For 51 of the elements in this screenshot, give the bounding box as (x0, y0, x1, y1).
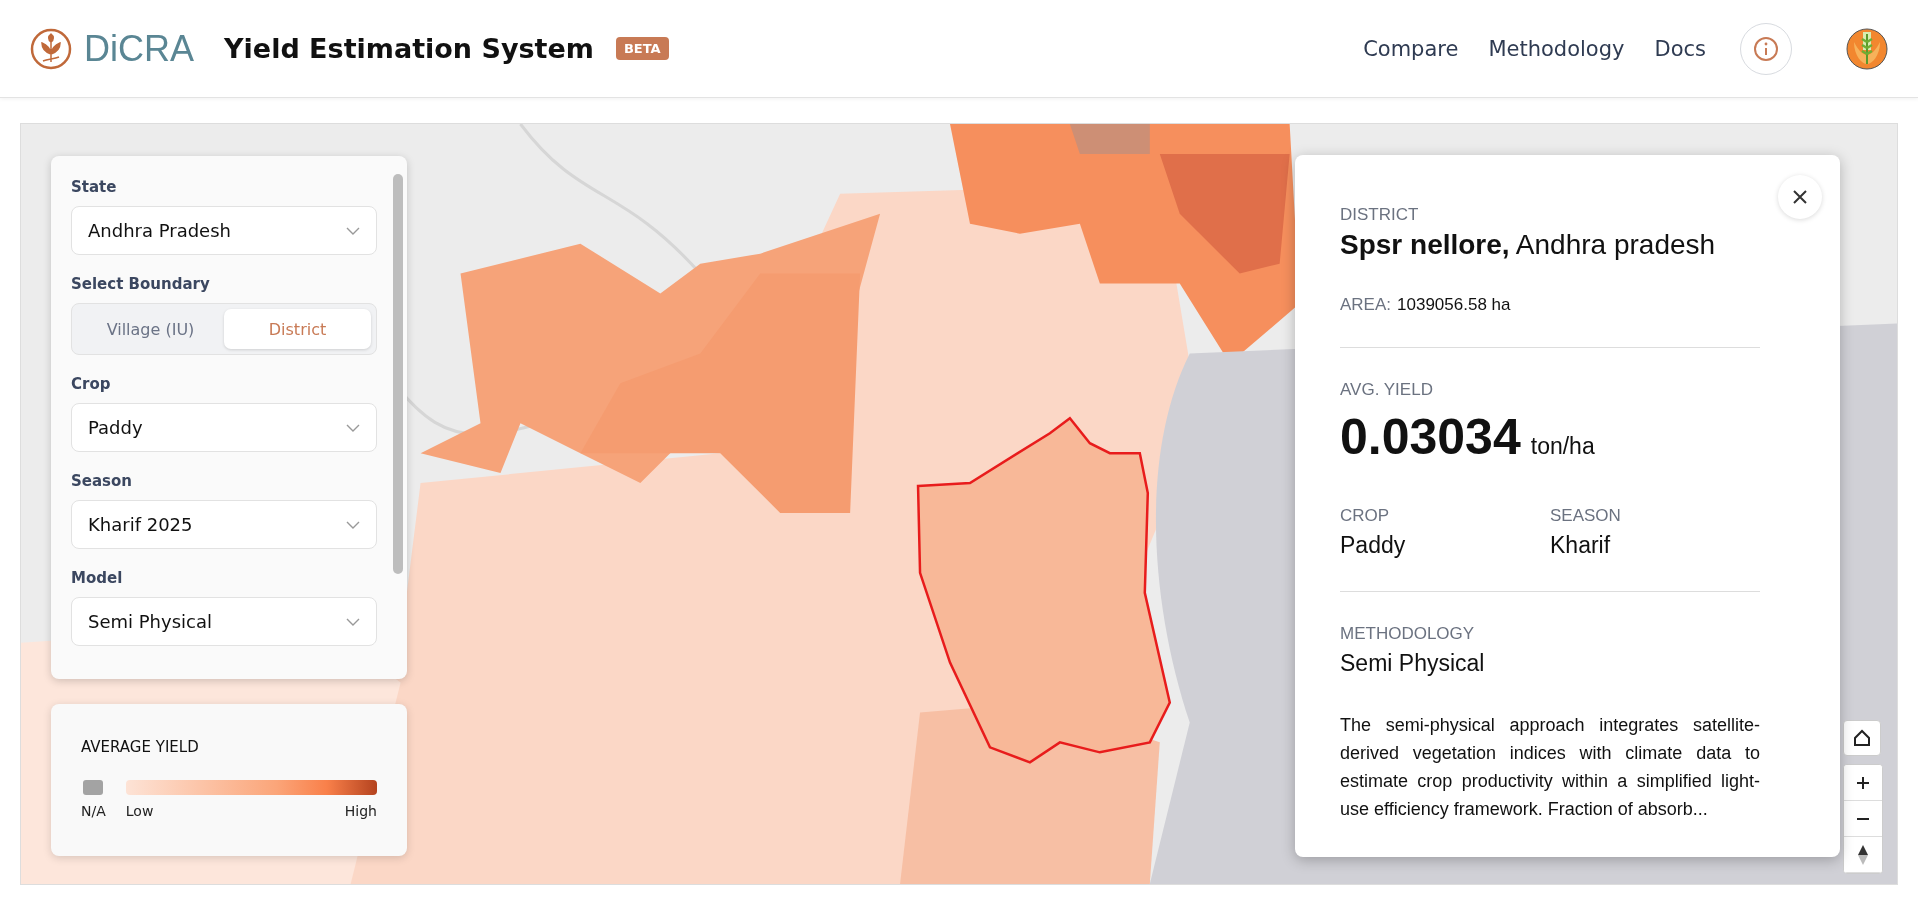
chevron-down-icon (346, 617, 360, 626)
caption: CROP (1340, 506, 1391, 526)
zoom-in-button[interactable] (1844, 765, 1882, 801)
logo-text: DiCRA (84, 27, 194, 70)
nav-link[interactable]: Methodology (1488, 36, 1625, 61)
chevron-down-icon (346, 520, 360, 529)
dropdown[interactable]: Paddy (71, 403, 377, 452)
home-button[interactable] (1843, 720, 1881, 756)
minus-icon (1856, 817, 1870, 820)
area-value: 1039056.58 ha (1397, 295, 1511, 315)
app-title: Yield Estimation System (224, 33, 594, 64)
compass-icon (1857, 843, 1869, 866)
legend-label: N/A (81, 803, 106, 819)
yield-value: 0.03034 (1340, 408, 1521, 466)
district-name: Spsr nellore, Andhra pradesh (1340, 229, 1717, 261)
home-icon (1853, 729, 1871, 747)
caption: AREA: (1340, 295, 1392, 315)
dropdown[interactable]: Semi Physical (71, 597, 377, 646)
field-label: State (71, 178, 118, 196)
legend-label: Low (125, 803, 154, 819)
dropdown[interactable]: Andhra Pradesh (71, 206, 377, 255)
nav-link[interactable]: Compare (1363, 36, 1459, 61)
field-label: Season (71, 472, 133, 490)
field-label: Select Boundary (71, 275, 211, 293)
methodology-value: Semi Physical (1340, 650, 1486, 677)
caption: METHODOLOGY (1340, 624, 1476, 644)
na-swatch (83, 780, 104, 795)
segment-tab[interactable]: Village (IU) (77, 309, 224, 349)
chevron-down-icon (346, 423, 360, 432)
field-label: Model (71, 569, 124, 587)
legend-title: AVERAGE YIELD (81, 738, 200, 756)
plus-icon (1856, 775, 1870, 790)
dropdown[interactable]: Kharif 2025 (71, 500, 377, 549)
scrollbar-thumb[interactable] (393, 174, 403, 574)
close-button[interactable] (1778, 175, 1822, 219)
fact-value: Kharif (1550, 532, 1612, 559)
leaf-logo-icon (30, 27, 72, 70)
caption: AVG. YIELD (1340, 380, 1434, 400)
fact-value: Paddy (1340, 532, 1407, 559)
methodology-description: The semi-physical approach integrates satellite-derived vegetation indices with climate data to estimate crop productivity within a simplified light-use efficiency framework. Fraction of absorb... (1340, 714, 1760, 821)
nav-link[interactable]: Docs (1654, 36, 1706, 61)
legend-label: High (344, 803, 377, 819)
beta-badge: BETA (615, 37, 669, 60)
wheat-avatar-icon[interactable] (1846, 27, 1888, 70)
field-label: Crop (71, 375, 112, 393)
caption: SEASON (1550, 506, 1622, 526)
close-icon (1792, 189, 1808, 205)
chevron-down-icon (346, 226, 360, 235)
yield-unit: ton/ha (1530, 433, 1595, 460)
caption: DISTRICT (1340, 205, 1420, 225)
info-icon (1753, 35, 1779, 62)
